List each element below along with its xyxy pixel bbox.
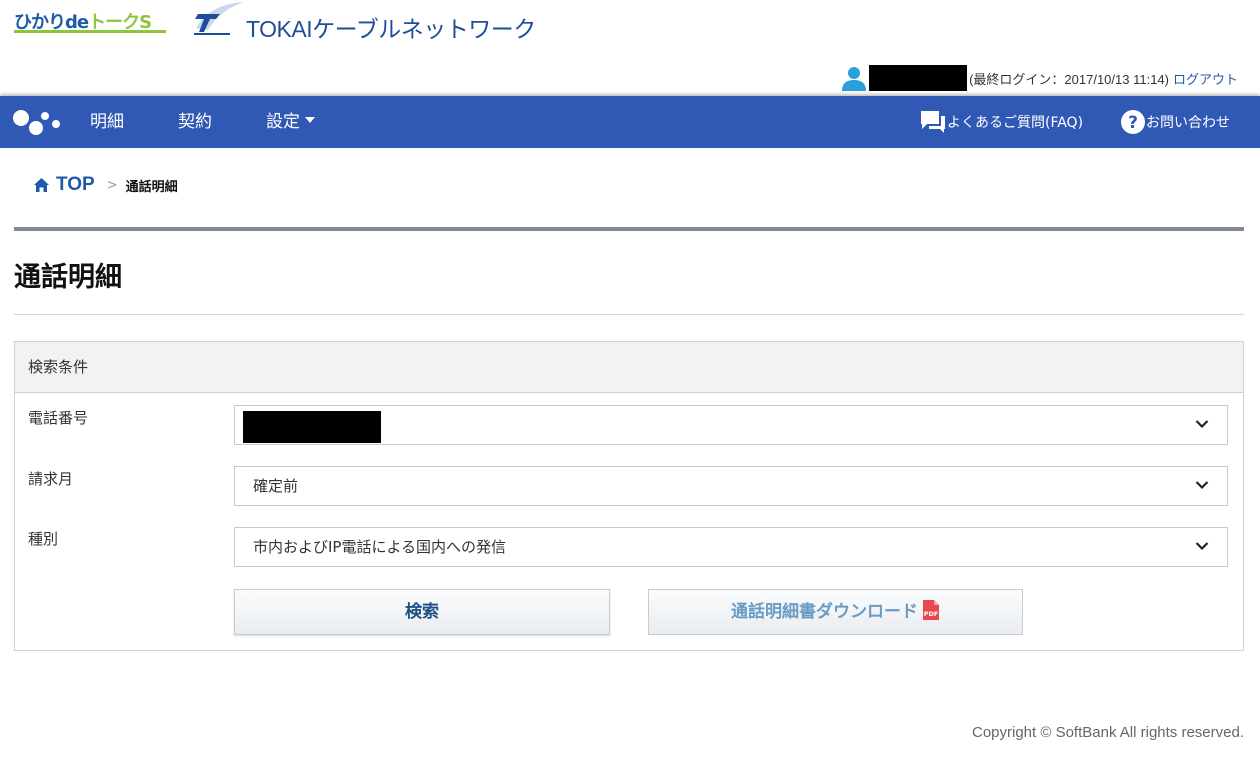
breadcrumb-current: 通話明細	[125, 179, 178, 195]
pdf-icon: PDF	[923, 600, 939, 620]
page-title: 通話明細	[14, 262, 122, 293]
call-type-label: 種別	[28, 530, 59, 548]
search-button[interactable]: 検索	[234, 589, 610, 635]
search-conditions-panel: 検索条件 電話番号 請求月 確定前 種別 市内およびIP電話による国内への発信 …	[14, 341, 1244, 651]
breadcrumb-separator: >	[106, 177, 118, 193]
nav-item-settings-label: 設定	[266, 112, 300, 132]
billing-month-select[interactable]: 確定前	[234, 466, 1228, 506]
redacted-user-name	[869, 65, 968, 91]
tokai-cable-network-name: TOKAIケーブルネットワーク	[246, 16, 536, 42]
chevron-down-icon	[1195, 481, 1209, 490]
contact-link[interactable]: ? お問い合わせ	[1120, 96, 1230, 148]
caret-down-icon	[305, 117, 315, 123]
tokai-group-logo-icon	[194, 2, 244, 35]
billing-month-label: 請求月	[28, 470, 74, 488]
title-divider	[14, 227, 1244, 231]
home-icon	[34, 178, 49, 192]
svg-text:PDF: PDF	[924, 610, 939, 618]
search-conditions-header: 検索条件	[15, 342, 1243, 393]
call-type-select[interactable]: 市内およびIP電話による国内への発信	[234, 527, 1228, 567]
nav-item-settings[interactable]: 設定	[266, 96, 315, 148]
header: ひかりdeトークS TOKAIケーブルネットワーク (最終ログイン：2017/1…	[0, 0, 1260, 96]
copyright-text: Copyright © SoftBank All rights reserved…	[971, 724, 1244, 741]
breadcrumb-top-link[interactable]: TOP	[56, 174, 95, 196]
breadcrumb: TOP > 通話明細	[33, 174, 178, 196]
nav-item-contract[interactable]: 契約	[178, 96, 212, 148]
chevron-down-icon	[1195, 420, 1209, 429]
chevron-down-icon	[1195, 542, 1209, 551]
billing-month-value: 確定前	[253, 477, 299, 495]
svg-text:?: ?	[1128, 113, 1138, 133]
question-circle-icon: ?	[1121, 110, 1145, 134]
faq-link[interactable]: よくあるご質問(FAQ)	[919, 96, 1083, 148]
contact-label: お問い合わせ	[1146, 115, 1230, 131]
user-bar: (最終ログイン：2017/10/13 11:14) ログアウト	[841, 65, 1238, 91]
download-statement-label: 通話明細書ダウンロード	[731, 602, 918, 622]
call-type-value: 市内およびIP電話による国内への発信	[253, 538, 507, 556]
last-login-text: (最終ログイン：2017/10/13 11:14)	[969, 71, 1169, 87]
faq-label: よくあるご質問(FAQ)	[947, 115, 1084, 131]
faq-chat-icon	[921, 111, 945, 133]
phone-number-select[interactable]	[234, 405, 1228, 445]
redacted-phone-number	[243, 411, 381, 443]
home-dots-icon[interactable]	[12, 108, 62, 136]
section-divider	[14, 314, 1244, 315]
phone-number-label: 電話番号	[28, 409, 89, 427]
logo-underline	[14, 30, 166, 33]
main-navbar: 明細 契約 設定 よくあるご質問(FAQ) ? お問い合わせ	[0, 96, 1260, 148]
logout-link[interactable]: ログアウト	[1173, 69, 1238, 88]
download-statement-button[interactable]: 通話明細書ダウンロード PDF	[648, 589, 1023, 635]
user-icon	[842, 67, 867, 91]
nav-item-statement[interactable]: 明細	[90, 96, 124, 148]
